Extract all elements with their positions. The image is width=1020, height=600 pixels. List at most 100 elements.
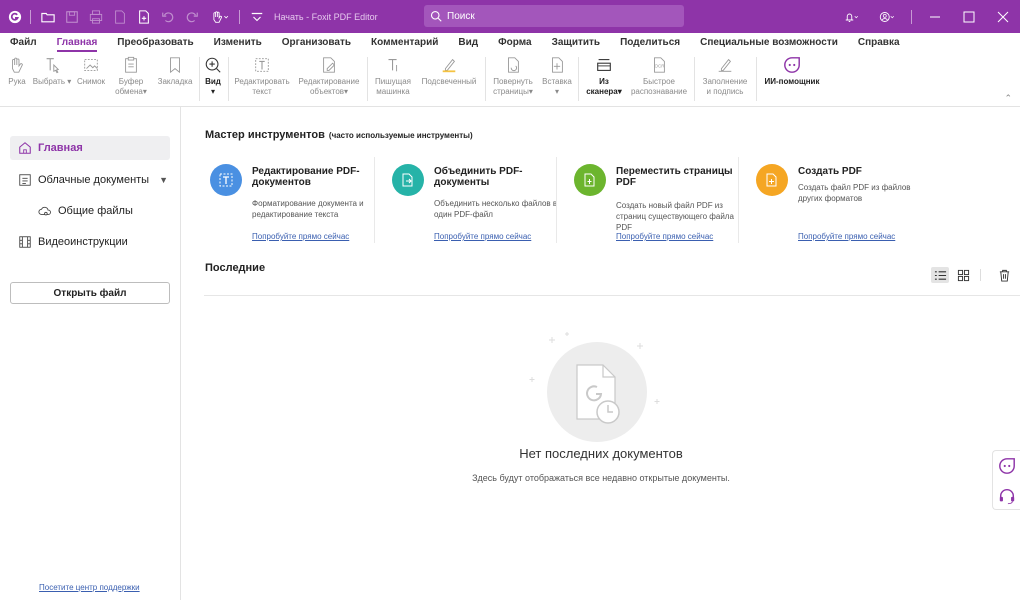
- print-icon[interactable]: [85, 6, 107, 28]
- card-separator: [738, 157, 739, 243]
- menu-share[interactable]: Поделиться: [620, 33, 680, 53]
- tool-card-edit-pdf[interactable]: Редактирование PDF-документов Форматиров…: [210, 164, 378, 244]
- edit-text-button[interactable]: Редактировать текст: [232, 55, 292, 97]
- edit-text-label-2: текст: [252, 87, 272, 96]
- sidebar-item-shared-files[interactable]: Общие файлы: [10, 199, 170, 223]
- sidebar-item-cloud-docs[interactable]: Облачные документы ▼: [10, 168, 170, 192]
- sidebar-shared-label: Общие файлы: [58, 205, 133, 217]
- account-icon[interactable]: [869, 0, 905, 33]
- menu-help[interactable]: Справка: [858, 33, 900, 53]
- card-title: Объединить PDF-документы: [434, 166, 523, 188]
- clipboard-text: обмена: [115, 87, 143, 96]
- open-folder-icon[interactable]: [37, 6, 59, 28]
- select-label: Выбрать ▾: [32, 77, 72, 86]
- sidebar-home-label: Главная: [38, 142, 83, 154]
- quick-ocr-button[interactable]: OCR Быстрое распознавание: [628, 55, 690, 97]
- edit-pdf-icon: [210, 164, 242, 196]
- ribbon-separator: [756, 57, 757, 101]
- menu-convert[interactable]: Преобразовать: [117, 33, 193, 53]
- tools-wizard-heading: Мастер инструментов (часто используемые и…: [205, 129, 473, 141]
- sidebar: Главная Облачные документы ▼ Общие файлы…: [0, 107, 181, 600]
- select-tool-button[interactable]: Выбрать ▾: [33, 55, 71, 87]
- hand-tool-button[interactable]: Рука: [4, 55, 30, 87]
- insert-button[interactable]: Вставка ▾: [540, 55, 574, 97]
- main-content: Мастер инструментов (часто используемые и…: [182, 107, 1020, 600]
- bookmark-button[interactable]: Закладка: [155, 55, 195, 87]
- clipboard-button[interactable]: Буфер обмена▾: [112, 55, 150, 97]
- support-headset-icon[interactable]: [993, 481, 1020, 511]
- menu-view[interactable]: Вид: [458, 33, 478, 53]
- typewriter-label-2: машинка: [376, 87, 410, 96]
- save-icon[interactable]: [61, 6, 83, 28]
- snapshot-label: Снимок: [76, 77, 106, 86]
- ribbon-separator: [367, 57, 368, 101]
- card-title: Переместить страницы PDF: [616, 166, 733, 188]
- empty-state-title: Нет последних документов: [519, 446, 683, 461]
- clipboard-label-1: Буфер: [118, 77, 144, 86]
- notifications-bell-icon[interactable]: [833, 0, 869, 33]
- home-icon: [19, 142, 31, 154]
- menu-organize[interactable]: Организовать: [282, 33, 351, 53]
- try-now-link[interactable]: Попробуйте прямо сейчас: [798, 232, 895, 241]
- trash-icon[interactable]: [995, 267, 1013, 283]
- maximize-icon[interactable]: [952, 0, 986, 33]
- clipboard-label-2: обмена▾: [115, 87, 147, 96]
- collapse-ribbon-icon[interactable]: ⌃: [1004, 93, 1012, 104]
- snapshot-button[interactable]: Снимок: [74, 55, 108, 87]
- ai-assistant-button[interactable]: ИИ-помощник: [760, 55, 824, 87]
- menu-comment[interactable]: Комментарий: [371, 33, 438, 53]
- menu-home[interactable]: Главная: [56, 33, 97, 53]
- try-now-link[interactable]: Попробуйте прямо сейчас: [252, 232, 349, 241]
- ribbon-separator: [578, 57, 579, 101]
- sidebar-item-video[interactable]: Видеоинструкции: [10, 230, 170, 254]
- insert-label: Вставка: [542, 77, 572, 86]
- card-description: Создать файл PDF из файлов других формат…: [798, 183, 911, 203]
- clipboard-icon: [121, 55, 141, 75]
- page-icon[interactable]: [109, 6, 131, 28]
- undo-icon[interactable]: [157, 6, 179, 28]
- tool-card-combine-pdf[interactable]: Объединить PDF-документы Объединить неск…: [392, 164, 560, 244]
- highlight-button[interactable]: Подсвеченный: [418, 55, 480, 87]
- minimize-icon[interactable]: [918, 0, 952, 33]
- edit-object-label-1: Редактирование: [298, 77, 360, 86]
- wizard-subtitle: (часто используемые инструменты): [328, 131, 473, 140]
- new-document-icon[interactable]: [133, 6, 155, 28]
- ribbon-toolbar: Рука Выбрать ▾ Снимок Буфер обмена▾ Закл…: [0, 53, 1020, 107]
- redo-icon[interactable]: [181, 6, 203, 28]
- select-text: Выбрать: [32, 77, 65, 86]
- open-file-button[interactable]: Открыть файл: [10, 282, 170, 304]
- view-button[interactable]: Вид ▾: [202, 55, 224, 97]
- edit-text-icon: [252, 55, 272, 75]
- foxit-logo-icon[interactable]: [4, 6, 26, 28]
- edit-object-button[interactable]: Редактирование объектов▾: [295, 55, 363, 97]
- menu-form[interactable]: Форма: [498, 33, 531, 53]
- search-input[interactable]: Поиск: [424, 5, 684, 27]
- menu-file[interactable]: Файл: [10, 33, 37, 53]
- fill-sign-button[interactable]: Заполнение и подпись: [698, 55, 752, 97]
- card-description: Создать новый файл PDF из страниц сущест…: [616, 201, 734, 232]
- tool-card-create-pdf[interactable]: Создать PDF Создать файл PDF из файлов д…: [756, 164, 924, 244]
- try-now-link[interactable]: Попробуйте прямо сейчас: [616, 232, 713, 241]
- typewriter-button[interactable]: Пишущая машинка: [371, 55, 415, 97]
- try-now-link[interactable]: Попробуйте прямо сейчас: [434, 232, 531, 241]
- scanner-text: сканера: [586, 87, 618, 96]
- tool-card-move-pages[interactable]: Переместить страницы PDF Создать новый ф…: [574, 164, 742, 244]
- typewriter-icon: [383, 55, 403, 75]
- menu-protect[interactable]: Защитить: [552, 33, 601, 53]
- view-label: Вид: [205, 77, 221, 86]
- insert-dropdown-icon: ▾: [554, 87, 559, 96]
- rotate-pages-button[interactable]: Повернуть страницы▾: [489, 55, 537, 97]
- close-icon[interactable]: [986, 0, 1020, 33]
- customize-toolbar-icon[interactable]: [246, 6, 268, 28]
- chevron-down-icon[interactable]: ▼: [159, 175, 168, 185]
- list-view-icon[interactable]: [931, 267, 949, 283]
- from-scanner-button[interactable]: Из сканера▾: [582, 55, 626, 97]
- menu-edit[interactable]: Изменить: [214, 33, 262, 53]
- ai-chat-icon[interactable]: [993, 451, 1020, 481]
- sidebar-item-home[interactable]: Главная: [10, 136, 170, 160]
- support-center-link[interactable]: Посетите центр поддержки: [39, 583, 140, 592]
- menu-accessibility[interactable]: Специальные возможности: [700, 33, 838, 53]
- grid-view-icon[interactable]: [954, 267, 972, 283]
- move-pages-icon: [574, 164, 606, 196]
- hand-tool-dropdown-icon[interactable]: [205, 6, 235, 28]
